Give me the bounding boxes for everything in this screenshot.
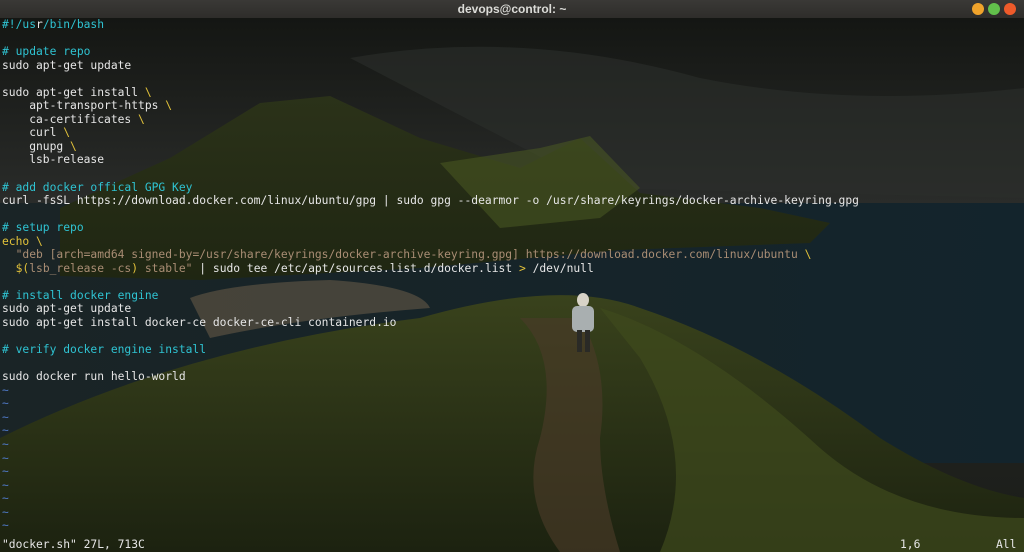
code-token: curl — [2, 126, 64, 140]
code-line: sudo apt-get install docker-ce docker-ce… — [2, 316, 1022, 330]
code-token: "deb [arch=amd64 signed-by=/usr/share/ke… — [15, 248, 805, 262]
code-token: # install docker engine — [2, 288, 159, 302]
code-token: # setup repo — [2, 221, 84, 235]
code-line: ca-certificates \ — [2, 113, 1022, 127]
empty-line-tilde: ~ — [2, 451, 9, 465]
code-line: apt-transport-https \ — [2, 99, 1022, 113]
code-line: # install docker engine — [2, 289, 1022, 303]
code-token: echo — [2, 234, 30, 248]
code-token: $( — [15, 261, 30, 275]
code-line: curl \ — [2, 126, 1022, 140]
code-line: sudo apt-get install \ — [2, 86, 1022, 100]
code-line: "deb [arch=amd64 signed-by=/usr/share/ke… — [2, 248, 1022, 262]
vim-editor-buffer[interactable]: #!/usr/bin/bash # update repo sudo apt-ge… — [2, 18, 1022, 536]
code-token: lsb_release -cs — [29, 261, 132, 275]
code-token: \ — [804, 248, 812, 262]
code-line: $(lsb_release -cs) stable" | sudo tee /e… — [2, 262, 1022, 276]
code-token: \ — [36, 234, 43, 248]
code-token: # verify docker engine install — [2, 343, 207, 357]
cursor-position: 1,6 — [900, 538, 921, 551]
code-line: #!/usr/bin/bash — [2, 18, 1022, 32]
code-token: \ — [63, 126, 71, 140]
vim-status-line: "docker.sh" 27L, 713C 1,6 All — [2, 538, 1022, 552]
empty-line-tilde: ~ — [2, 397, 9, 411]
code-line: sudo apt-get update — [2, 59, 1022, 73]
empty-line-tilde: ~ — [2, 465, 9, 479]
empty-line-tilde: ~ — [2, 383, 9, 397]
scroll-position: All — [996, 538, 1017, 551]
window-titlebar[interactable]: devops@control: ~ — [0, 0, 1024, 18]
code-line: lsb-release — [2, 153, 1022, 167]
code-token: /bin/bash — [42, 18, 105, 31]
empty-line-tilde: ~ — [2, 492, 9, 506]
code-line: echo \ — [2, 235, 1022, 249]
empty-line-tilde: ~ — [2, 410, 9, 424]
code-line: # setup repo — [2, 221, 1022, 235]
code-token: sudo apt-get update — [2, 302, 132, 316]
code-line: gnupg \ — [2, 140, 1022, 154]
code-line: # add docker offical GPG Key — [2, 181, 1022, 195]
code-token: \ — [165, 99, 173, 113]
empty-line-markers: ~ ~ ~ ~ ~ ~ ~ ~ ~ ~ ~ — [2, 384, 1022, 533]
minimize-icon[interactable] — [972, 3, 984, 15]
code-line: # update repo — [2, 45, 1022, 59]
window-title: devops@control: ~ — [457, 2, 567, 16]
text-cursor: r — [36, 18, 43, 31]
code-line: sudo docker run hello-world — [2, 370, 1022, 384]
empty-line-tilde: ~ — [2, 437, 9, 451]
close-icon[interactable] — [1004, 3, 1016, 15]
file-info: "docker.sh" 27L, 713C — [2, 538, 145, 551]
code-token: > — [518, 261, 526, 275]
empty-line-tilde: ~ — [2, 424, 9, 438]
code-token: \ — [70, 139, 77, 153]
code-token: \ — [138, 112, 145, 126]
code-token: stable" — [138, 261, 193, 275]
code-token: /dev/null — [525, 261, 594, 275]
code-token: | sudo tee /etc/apt/sources.list.d/docke… — [192, 261, 519, 275]
empty-line-tilde: ~ — [2, 519, 9, 533]
code-token: apt-transport-https — [2, 99, 166, 113]
maximize-icon[interactable] — [988, 3, 1000, 15]
code-token: sudo docker run hello-world — [2, 370, 186, 384]
code-line: curl -fsSL https://download.docker.com/l… — [2, 194, 1022, 208]
code-line: # verify docker engine install — [2, 343, 1022, 357]
code-token: sudo apt-get install docker-ce docker-ce… — [2, 316, 397, 330]
code-token: gnupg — [2, 139, 71, 153]
code-token: #!/us — [2, 18, 37, 31]
code-token: ca-certificates — [2, 112, 139, 126]
code-token: curl -fsSL https://download.docker.com/l… — [2, 194, 859, 208]
code-line: sudo apt-get update — [2, 302, 1022, 316]
code-token: # add docker offical GPG Key — [2, 180, 193, 194]
code-lines: #!/usr/bin/bash # update repo sudo apt-ge… — [2, 18, 1022, 384]
code-token: sudo apt-get update — [2, 58, 132, 72]
window-controls — [972, 3, 1016, 15]
code-token: \ — [144, 85, 152, 99]
empty-line-tilde: ~ — [2, 505, 9, 519]
code-token: # update repo — [2, 45, 91, 59]
code-token: sudo apt-get install — [2, 85, 145, 99]
empty-line-tilde: ~ — [2, 478, 9, 492]
code-token: lsb-release — [2, 153, 105, 167]
